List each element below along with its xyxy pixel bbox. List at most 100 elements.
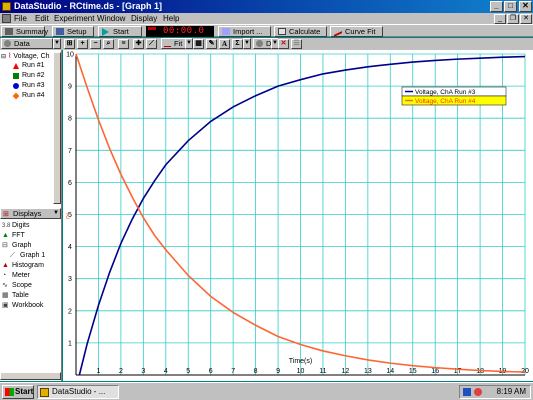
display-label: Histogram [12, 262, 44, 269]
properties-icon[interactable]: ☰ [291, 39, 302, 49]
x-tick-label: 15 [409, 368, 417, 375]
display-item-meter[interactable]: ◔ Meter [1, 271, 30, 281]
menu-display[interactable]: Display [131, 13, 157, 24]
graph-chart[interactable]: 123456789101 2 3 4 5 6 7 8 9 10 11 12 13 14 15 16 17 18 19… [63, 50, 533, 381]
start-menu-button[interactable]: Start [2, 385, 34, 399]
volume-icon[interactable] [474, 388, 482, 396]
fit-dropdown-arrow[interactable]: ▼ [185, 38, 193, 49]
menu-experiment[interactable]: Experiment [54, 13, 94, 24]
menu-file[interactable]: File [14, 13, 27, 24]
close-button[interactable]: ✕ [519, 1, 532, 12]
run-list-item-3[interactable]: Run #3 [12, 81, 45, 91]
legend[interactable]: Voltage, ChA Run #3 Voltage, ChA Run #4 [401, 86, 507, 106]
statistics-icon[interactable]: Σ [232, 39, 243, 49]
display-label: FFT [12, 232, 25, 239]
delete-icon[interactable]: ✕ [278, 39, 289, 49]
display-item-histogram[interactable]: ▲ Histogram [1, 261, 44, 271]
x-tick-label: 3 [141, 368, 145, 375]
doc-close-button[interactable]: ✕ [520, 14, 532, 24]
menu-window[interactable]: Window [97, 13, 125, 24]
curve-fit-button[interactable]: Curve Fit [330, 26, 383, 37]
display-item-workbook[interactable]: ▣ Workbook [1, 301, 43, 311]
display-item-scope[interactable]: ∿ Scope [1, 281, 32, 291]
x-tick-label: 13 [364, 368, 372, 375]
data-scrollbar[interactable] [53, 52, 61, 204]
calculate-button[interactable]: Calculate [274, 26, 327, 37]
smart-tool-icon[interactable]: ✚ [133, 39, 144, 49]
doc-minimize-button[interactable]: _ [494, 14, 506, 24]
note-icon[interactable]: ✎ [206, 39, 217, 49]
minimize-button[interactable]: _ [490, 1, 503, 12]
x-tick-label: 11 [319, 368, 326, 375]
slope-tool-icon[interactable]: ⟋ [146, 39, 157, 49]
display-label: Scope [12, 282, 32, 289]
start-label: Start [15, 387, 34, 396]
calculator-icon[interactable]: ▦ [193, 39, 204, 49]
display-item-table[interactable]: ▦ Table [1, 291, 29, 301]
document-icon [2, 14, 11, 23]
sensor-icon: ⌇ [7, 53, 12, 60]
displays-scrollbar[interactable] [0, 372, 61, 380]
summary-button[interactable]: Summary [1, 26, 48, 37]
run-list-item-4[interactable]: Run #4 [12, 91, 45, 101]
run-label: Run #4 [22, 92, 45, 99]
fit-label: Fit [174, 39, 183, 48]
windows-logo-icon [5, 388, 14, 396]
display-item-graph[interactable]: ⊟ Graph [1, 241, 31, 251]
menu-help[interactable]: Help [163, 13, 179, 24]
x-tick-label: 7 [231, 368, 235, 375]
displays-dropdown-arrow[interactable]: ▼ [53, 209, 59, 218]
run-list-item-1[interactable]: Run #1 [12, 61, 45, 71]
graph-panel[interactable]: 1 2 3 4 5 6 7 8 9 10 1 2 3 4 5 6 7 8 9 10 11 12 13 14 15 16 17 18 19… [63, 50, 533, 381]
setup-button[interactable]: Setup [52, 26, 94, 37]
network-icon[interactable] [463, 388, 471, 396]
run-label: Run #2 [22, 72, 45, 79]
zoom-in-icon[interactable]: + [77, 39, 88, 49]
display-label: Meter [12, 272, 30, 279]
statistics-dropdown-arrow[interactable]: ▼ [243, 38, 251, 49]
histogram-icon: ▲ [2, 262, 9, 269]
timer-digits: 00:00.0 [163, 26, 205, 36]
start-label: Start [113, 27, 129, 36]
y-tick-label: 4 [68, 244, 72, 251]
x-tick-label: 1 [96, 368, 100, 375]
legend-label-2: Voltage, ChA Run #4 [415, 98, 476, 105]
datastudio-icon [40, 388, 49, 397]
menu-bar: File Edit Experiment Window Display Help… [0, 13, 533, 24]
curve-fit-icon [334, 26, 342, 37]
timer-display: 00:00.0 [146, 26, 214, 37]
x-tick-label: 10 [297, 368, 305, 375]
zoom-out-icon[interactable]: − [90, 39, 101, 49]
zoom-select-icon[interactable]: ⌕ [103, 39, 114, 49]
display-item-graph-1[interactable]: ⟋ Graph 1 [9, 251, 45, 261]
autoscale-icon[interactable]: ⊞ [64, 39, 75, 49]
summary-icon [5, 28, 13, 35]
curve-fit-label: Curve Fit [345, 27, 376, 36]
display-item-fft[interactable]: ▲ FFT [1, 231, 25, 241]
display-label: Graph 1 [20, 252, 46, 259]
data-button[interactable]: Data [1, 38, 53, 49]
y-tick-label: 8 [68, 116, 72, 123]
doc-restore-button[interactable]: ❐ [507, 14, 519, 24]
maximize-button[interactable]: □ [504, 1, 517, 12]
window-title: DataStudio - RCtime.ds - [Graph 1] [14, 1, 163, 11]
fit-button[interactable]: Fit [161, 38, 187, 49]
text-annotation-icon[interactable]: A [219, 39, 230, 49]
table-icon: ▦ [2, 292, 9, 299]
align-icon[interactable]: ≡ [118, 39, 129, 49]
left-pane: ⊟ ⌇ Voltage, Ch Run #1 Run #2 Run #3 Run… [0, 50, 62, 381]
import-button[interactable]: Import ... [218, 26, 271, 37]
clock: 8:19 AM [496, 387, 526, 396]
x-tick-label: 9 [276, 368, 280, 375]
data-dropdown-arrow[interactable]: ▼ [53, 38, 61, 49]
menu-edit[interactable]: Edit [35, 13, 49, 24]
displays-button[interactable]: ⊞ Displays ▼ [0, 208, 61, 219]
run-list-item-2[interactable]: Run #2 [12, 71, 45, 81]
data-button-label: Data [14, 39, 30, 48]
run-label: Run #1 [22, 62, 45, 69]
y-tick-label: 7 [68, 148, 72, 155]
display-label: Graph [12, 242, 32, 249]
taskbar-item-datastudio[interactable]: DataStudio - ... [37, 385, 119, 399]
start-button[interactable]: Start [98, 26, 142, 37]
display-item-digits[interactable]: 3.8 Digits [1, 221, 30, 231]
